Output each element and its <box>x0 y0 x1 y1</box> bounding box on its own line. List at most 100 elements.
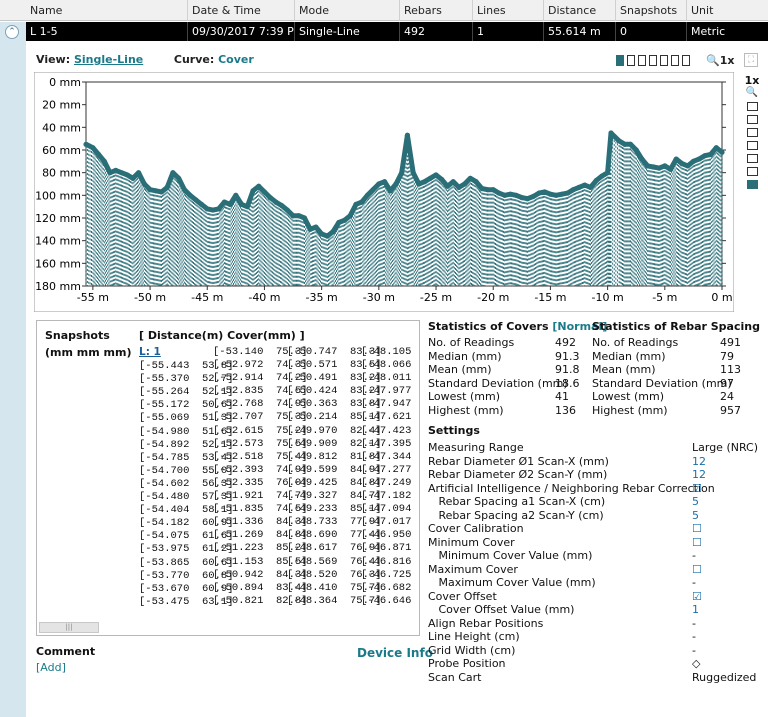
snapshot-entry: [-46.950 89. <box>361 529 412 542</box>
curve-value[interactable]: Cover <box>218 53 254 66</box>
stat-label: Lowest (mm) <box>592 390 664 403</box>
setting-label: Maximum Cover Value (mm) <box>428 576 596 589</box>
cover-point <box>553 192 559 198</box>
col-mode[interactable]: Mode <box>295 0 400 21</box>
zoom-seg[interactable] <box>627 55 635 66</box>
cover-point <box>83 141 89 147</box>
cover-point <box>707 151 714 158</box>
cover-point <box>216 206 222 212</box>
add-comment-link[interactable]: [Add] <box>36 661 66 674</box>
cover-point <box>410 170 416 176</box>
stat-value: 113 <box>720 363 741 376</box>
col-unit[interactable]: Unit <box>687 0 768 21</box>
cover-point <box>582 182 588 188</box>
zoom-level[interactable]: 🔍1x <box>706 54 734 67</box>
col-snapshots[interactable]: Snapshots <box>616 0 687 21</box>
cover-point <box>536 190 542 196</box>
snap-col-4: [-48.105 76.5[-48.066 77.[-48.011 76.[-4… <box>361 346 419 608</box>
vertical-zoom[interactable]: 1x 🔍 <box>742 74 762 189</box>
setting-label: Cover Calibration <box>428 522 524 535</box>
snapshot-entry: [-47.395 86. <box>361 437 412 450</box>
stat-value: 91.8 <box>555 363 580 376</box>
cell-name: L 1-5 <box>26 22 188 41</box>
col-lines[interactable]: Lines <box>473 0 544 21</box>
cover-point <box>330 229 336 235</box>
col-rebars[interactable]: Rebars <box>400 0 473 21</box>
snapshots-header: [ Distance(m) Cover(mm) ] <box>139 329 305 342</box>
cover-point <box>450 179 456 185</box>
cover-point <box>221 199 228 205</box>
cover-point <box>673 156 679 162</box>
cover-point <box>313 224 319 230</box>
table-row[interactable]: L 1-5 09/30/2017 7:39 PM Single-Line 492… <box>26 22 768 41</box>
vzoom-seg[interactable] <box>746 167 758 176</box>
cover-point <box>685 163 691 169</box>
snapshot-entry: [-46.871 91. <box>361 542 412 555</box>
setting-value: - <box>692 643 696 657</box>
view-mode-link[interactable]: Single-Line <box>74 53 143 66</box>
cover-point <box>198 201 205 207</box>
col-name[interactable]: Name <box>26 0 188 21</box>
vzoom-seg[interactable] <box>746 154 758 163</box>
setting-value[interactable]: ☐ <box>692 522 702 535</box>
cover-point <box>164 184 170 190</box>
cover-point <box>324 233 330 239</box>
setting-label: Minimum Cover Value (mm) <box>428 549 593 562</box>
stat-value: 91.3 <box>555 349 580 363</box>
vzoom-seg[interactable] <box>746 115 758 124</box>
cover-point <box>261 189 268 195</box>
cover-point <box>353 201 359 207</box>
x-tick-label: -30 m <box>363 291 395 304</box>
x-tick-label: -45 m <box>191 291 223 304</box>
y-tick-label: 60 mm <box>42 144 81 157</box>
y-tick-label: 160 mm <box>35 257 81 270</box>
col-distance[interactable]: Distance <box>544 0 616 21</box>
stat-value: 491 <box>720 336 741 349</box>
stat-label: Highest (mm) <box>592 403 668 417</box>
cell-datetime: 09/30/2017 7:39 PM <box>188 22 295 41</box>
setting-label: Rebar Diameter Ø2 Scan-Y (mm) <box>428 468 608 481</box>
zoom-seg[interactable] <box>660 55 668 66</box>
zoom-segments[interactable] <box>616 55 690 66</box>
cover-point <box>101 158 107 164</box>
zoom-seg[interactable] <box>616 55 624 66</box>
cover-point <box>605 170 611 176</box>
vzoom-seg[interactable] <box>746 180 758 189</box>
x-tick-label: -40 m <box>248 291 280 304</box>
zoom-seg[interactable] <box>682 55 690 66</box>
cover-point <box>381 179 388 185</box>
collapse-icon[interactable]: ⌃ <box>5 25 19 39</box>
setting-value[interactable]: ☑ <box>692 482 702 495</box>
horizontal-scrollbar[interactable]: ||| <box>39 622 99 633</box>
y-tick-label: 180 mm <box>35 280 81 293</box>
cover-point <box>393 181 399 187</box>
vzoom-seg[interactable] <box>746 102 758 111</box>
setting-value[interactable]: ☑ <box>692 590 702 603</box>
device-info-link[interactable]: Device Info <box>357 646 433 660</box>
setting-label: Rebar Spacing a1 Scan-X (cm) <box>428 495 606 508</box>
zoom-seg[interactable] <box>649 55 657 66</box>
snapshots-panel[interactable]: Snapshots (mm mm mm) [ Distance(m) Cover… <box>36 320 420 636</box>
snapshot-entry: [-48.066 77. <box>361 359 412 372</box>
cover-point <box>227 201 233 207</box>
line-link[interactable]: L: 1 <box>139 346 161 358</box>
fullscreen-icon[interactable]: ⛶ <box>744 53 758 67</box>
stat-label: Median (mm) <box>428 349 502 363</box>
cover-point <box>307 226 313 232</box>
setting-value[interactable]: ☐ <box>692 563 702 576</box>
cover-point <box>719 149 725 155</box>
zoom-seg[interactable] <box>671 55 679 66</box>
cover-point <box>433 172 439 178</box>
setting-label: Measuring Range <box>428 441 524 454</box>
setting-value[interactable]: ☐ <box>692 536 702 549</box>
curve-label: Curve: <box>173 53 215 66</box>
cover-stats-title-text: Statistics of Covers <box>428 320 549 333</box>
cover-point <box>284 207 290 213</box>
cover-point <box>170 170 176 176</box>
col-datetime[interactable]: Date & Time <box>188 0 295 21</box>
vzoom-seg[interactable] <box>746 141 758 150</box>
vzoom-seg[interactable] <box>746 128 758 137</box>
cover-point <box>136 170 142 176</box>
magnifier-icon[interactable]: 🔍 <box>742 87 762 98</box>
zoom-seg[interactable] <box>638 55 646 66</box>
